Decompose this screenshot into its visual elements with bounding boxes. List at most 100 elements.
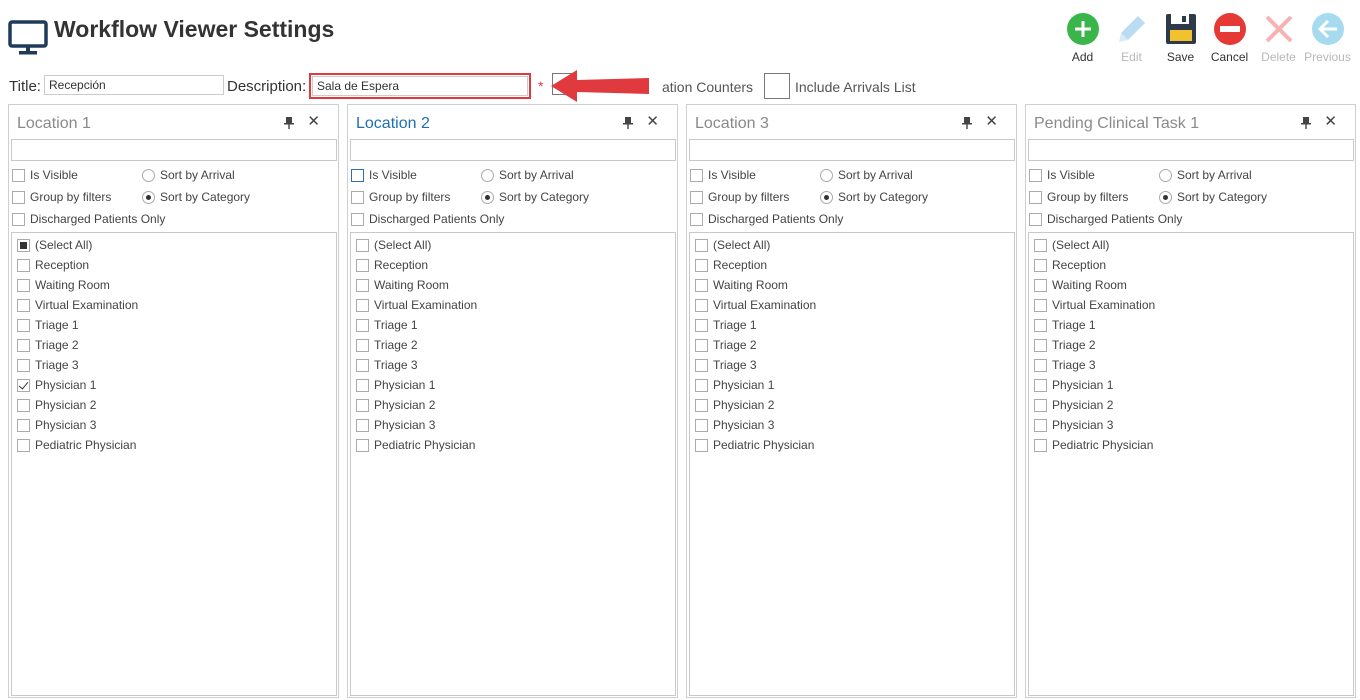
list-item[interactable]: Physician 1: [1034, 378, 1113, 392]
panel-search-input[interactable]: [1028, 139, 1354, 161]
is-visible-option[interactable]: Is Visible: [690, 168, 756, 182]
list-item[interactable]: Triage 1: [695, 318, 757, 332]
group-by-filters-option[interactable]: Group by filters: [12, 190, 111, 204]
list-item-checkbox[interactable]: [695, 418, 708, 432]
list-item-checkbox[interactable]: [17, 278, 30, 292]
group-by-filters-option[interactable]: Group by filters: [351, 190, 450, 204]
list-item-checkbox[interactable]: [17, 298, 30, 312]
list-item[interactable]: Waiting Room: [1034, 278, 1127, 292]
discharged-only-checkbox[interactable]: [12, 212, 25, 226]
list-item-checkbox[interactable]: [17, 438, 30, 452]
list-item[interactable]: Waiting Room: [356, 278, 449, 292]
list-item-checkbox[interactable]: [17, 338, 30, 352]
list-item[interactable]: Virtual Examination: [695, 298, 816, 312]
list-item[interactable]: (Select All): [17, 238, 92, 252]
sort-by-arrival-option[interactable]: Sort by Arrival: [820, 168, 913, 182]
edit-button[interactable]: Edit: [1107, 12, 1156, 64]
save-button[interactable]: Save: [1156, 12, 1205, 64]
list-item-checkbox[interactable]: [695, 378, 708, 392]
list-item-checkbox[interactable]: [1034, 438, 1047, 452]
list-item[interactable]: Physician 2: [695, 398, 774, 412]
group-by-filters-checkbox[interactable]: [690, 190, 703, 204]
list-item-checkbox[interactable]: [695, 278, 708, 292]
sort-by-category-radio[interactable]: [1159, 190, 1172, 204]
sort-by-arrival-radio[interactable]: [142, 168, 155, 182]
list-item-checkbox[interactable]: [1034, 258, 1047, 272]
panel-search-input[interactable]: [689, 139, 1015, 161]
list-item[interactable]: Triage 3: [17, 358, 79, 372]
discharged-only-option[interactable]: Discharged Patients Only: [351, 212, 504, 226]
list-item[interactable]: Reception: [695, 258, 767, 272]
list-item[interactable]: Physician 2: [1034, 398, 1113, 412]
title-input[interactable]: [44, 75, 224, 95]
list-item-checkbox[interactable]: [17, 398, 30, 412]
list-item[interactable]: Triage 2: [356, 338, 418, 352]
list-item-checkbox[interactable]: [17, 318, 30, 332]
is-visible-option[interactable]: Is Visible: [351, 168, 417, 182]
close-icon[interactable]: ✕: [1324, 114, 1337, 130]
list-item-checkbox[interactable]: [1034, 378, 1047, 392]
group-by-filters-checkbox[interactable]: [12, 190, 25, 204]
cancel-button[interactable]: Cancel: [1205, 12, 1254, 64]
discharged-only-checkbox[interactable]: [690, 212, 703, 226]
pin-icon[interactable]: [1301, 117, 1311, 129]
list-item[interactable]: Triage 2: [17, 338, 79, 352]
delete-button[interactable]: Delete: [1254, 12, 1303, 64]
discharged-only-checkbox[interactable]: [1029, 212, 1042, 226]
list-item-checkbox[interactable]: [356, 438, 369, 452]
list-item[interactable]: Waiting Room: [17, 278, 110, 292]
sort-by-category-option[interactable]: Sort by Category: [481, 190, 589, 204]
discharged-only-checkbox[interactable]: [351, 212, 364, 226]
is-visible-checkbox[interactable]: [351, 168, 364, 182]
list-item[interactable]: Reception: [356, 258, 428, 272]
list-item-checkbox[interactable]: [17, 358, 30, 372]
list-item[interactable]: Pediatric Physician: [17, 438, 136, 452]
list-item-checkbox[interactable]: [17, 378, 30, 392]
close-icon[interactable]: ✕: [307, 114, 320, 130]
list-item[interactable]: Virtual Examination: [356, 298, 477, 312]
list-item-checkbox[interactable]: [695, 358, 708, 372]
list-item-checkbox[interactable]: [17, 418, 30, 432]
list-item-checkbox[interactable]: [695, 258, 708, 272]
pin-icon[interactable]: [623, 117, 633, 129]
sort-by-arrival-radio[interactable]: [820, 168, 833, 182]
list-item[interactable]: Physician 1: [356, 378, 435, 392]
list-item-checkbox[interactable]: [1034, 418, 1047, 432]
list-item-checkbox[interactable]: [356, 258, 369, 272]
list-item-checkbox[interactable]: [356, 298, 369, 312]
list-item-checkbox[interactable]: [695, 438, 708, 452]
list-item-checkbox[interactable]: [1034, 238, 1047, 252]
list-item-checkbox[interactable]: [356, 338, 369, 352]
sort-by-arrival-radio[interactable]: [1159, 168, 1172, 182]
list-item-checkbox[interactable]: [356, 418, 369, 432]
list-item-checkbox[interactable]: [1034, 318, 1047, 332]
sort-by-arrival-radio[interactable]: [481, 168, 494, 182]
list-item[interactable]: Triage 3: [356, 358, 418, 372]
group-by-filters-option[interactable]: Group by filters: [690, 190, 789, 204]
list-item[interactable]: Triage 1: [356, 318, 418, 332]
discharged-only-option[interactable]: Discharged Patients Only: [1029, 212, 1182, 226]
list-item-checkbox[interactable]: [1034, 398, 1047, 412]
group-by-filters-checkbox[interactable]: [351, 190, 364, 204]
is-visible-checkbox[interactable]: [690, 168, 703, 182]
list-item[interactable]: Physician 3: [17, 418, 96, 432]
list-item[interactable]: (Select All): [356, 238, 431, 252]
is-visible-checkbox[interactable]: [12, 168, 25, 182]
list-item[interactable]: Pediatric Physician: [695, 438, 814, 452]
list-item[interactable]: Physician 3: [695, 418, 774, 432]
list-item[interactable]: Physician 2: [356, 398, 435, 412]
panel-search-input[interactable]: [350, 139, 676, 161]
previous-button[interactable]: Previous: [1303, 12, 1352, 64]
list-item[interactable]: Pediatric Physician: [356, 438, 475, 452]
list-item-checkbox[interactable]: [695, 238, 708, 252]
is-visible-option[interactable]: Is Visible: [12, 168, 78, 182]
sort-by-category-option[interactable]: Sort by Category: [142, 190, 250, 204]
list-item-checkbox[interactable]: [356, 278, 369, 292]
sort-by-category-option[interactable]: Sort by Category: [820, 190, 928, 204]
list-item-checkbox[interactable]: [695, 338, 708, 352]
list-item[interactable]: Physician 1: [17, 378, 96, 392]
list-item-checkbox[interactable]: [695, 398, 708, 412]
list-item-checkbox[interactable]: [17, 258, 30, 272]
include-arrivals-checkbox[interactable]: [764, 73, 790, 99]
is-visible-option[interactable]: Is Visible: [1029, 168, 1095, 182]
